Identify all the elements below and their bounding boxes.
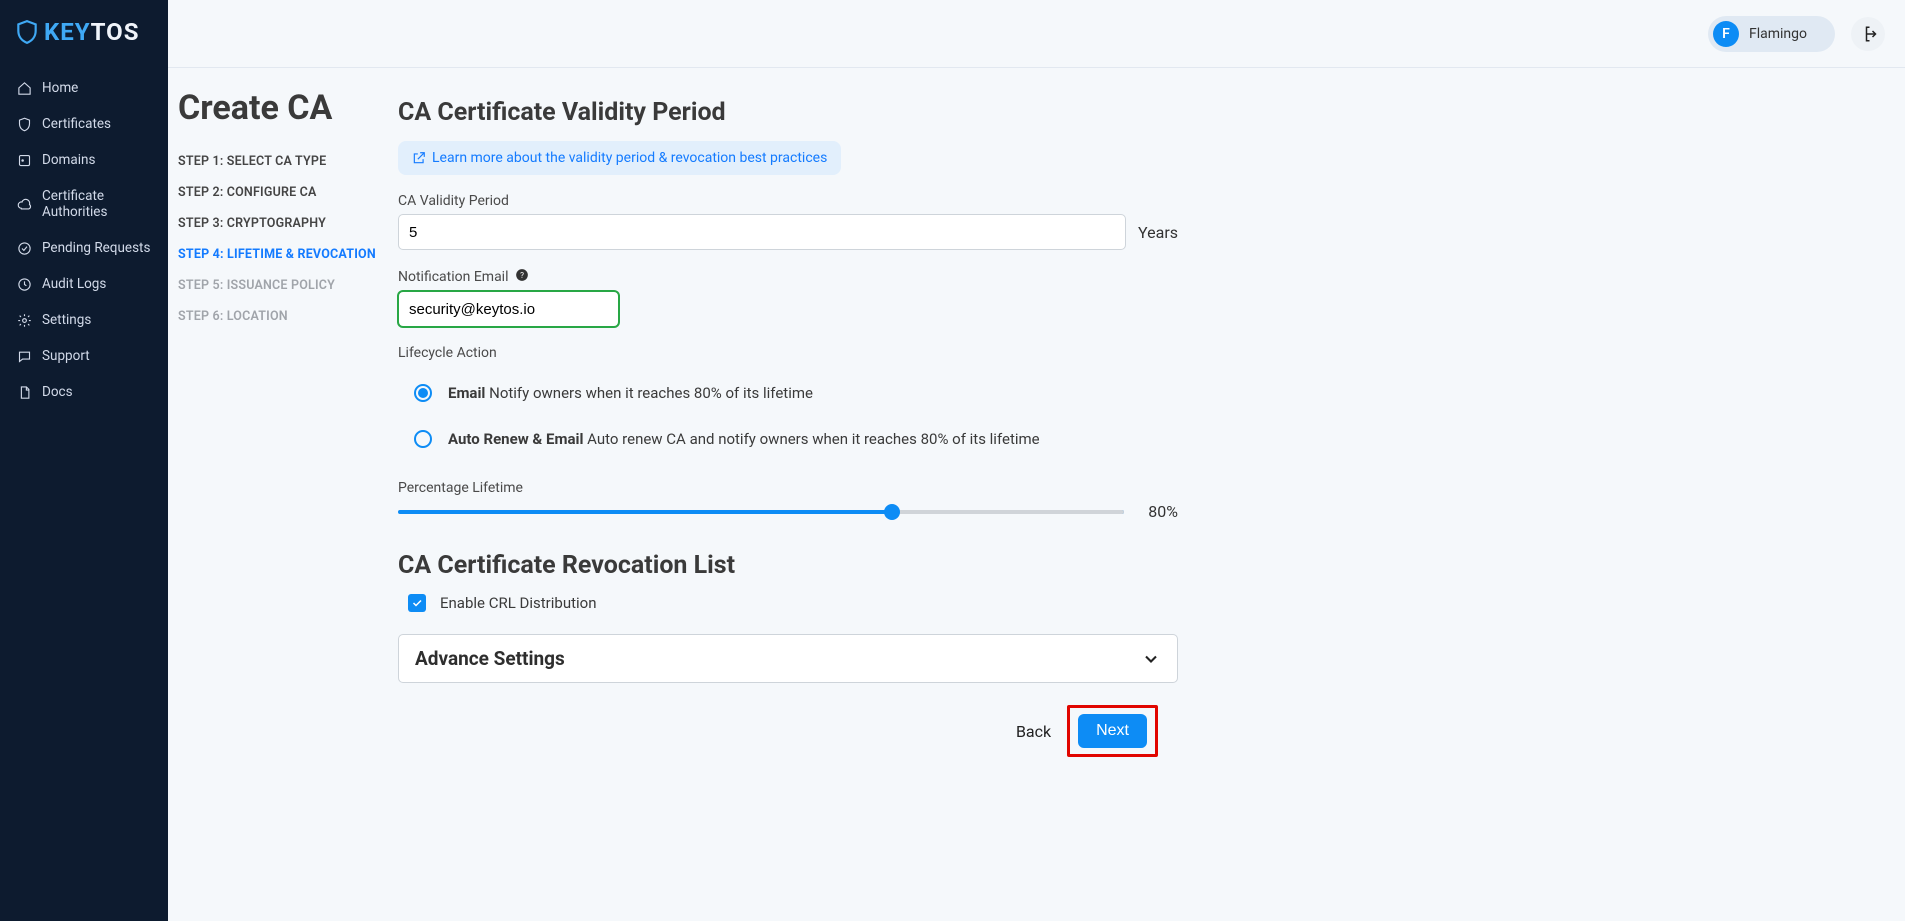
home-icon <box>16 80 32 96</box>
form-column: CA Certificate Validity Period Learn mor… <box>398 68 1198 797</box>
next-button-highlight: Next <box>1067 705 1158 757</box>
lifecycle-label: Lifecycle Action <box>398 345 1178 361</box>
radio-selected-icon <box>414 384 432 402</box>
external-link-icon <box>412 151 426 165</box>
check-circle-icon <box>16 240 32 256</box>
section-validity-title: CA Certificate Validity Period <box>398 98 1178 127</box>
email-input[interactable] <box>398 291 619 327</box>
cloud-icon <box>16 196 32 212</box>
sidebar-item-domains[interactable]: Domains <box>0 142 168 178</box>
sidebar-item-label: Audit Logs <box>42 276 106 292</box>
logout-button[interactable] <box>1851 17 1885 51</box>
step-5[interactable]: STEP 5: ISSUANCE POLICY <box>178 270 388 301</box>
step-6[interactable]: STEP 6: LOCATION <box>178 301 388 332</box>
next-button[interactable]: Next <box>1078 714 1147 748</box>
sidebar-item-label: Settings <box>42 312 91 328</box>
sidebar-item-label: Pending Requests <box>42 240 150 256</box>
logout-icon <box>1859 25 1877 43</box>
crl-label: Enable CRL Distribution <box>440 594 596 612</box>
radio-email-text: Email Notify owners when it reaches 80% … <box>448 384 813 402</box>
validity-unit: Years <box>1138 223 1178 242</box>
help-icon[interactable]: ? <box>515 268 529 286</box>
clock-icon <box>16 276 32 292</box>
shield-bracket-icon <box>14 19 40 45</box>
email-label: Notification Email ? <box>398 268 1178 286</box>
gear-icon <box>16 312 32 328</box>
page-title: Create CA <box>178 88 388 128</box>
sidebar-item-label: Certificate Authorities <box>42 188 152 220</box>
sidebar-item-ca[interactable]: Certificate Authorities <box>0 178 168 230</box>
domain-icon <box>16 152 32 168</box>
user-badge[interactable]: F Flamingo <box>1708 16 1835 52</box>
sidebar-item-pending[interactable]: Pending Requests <box>0 230 168 266</box>
sidebar-item-label: Support <box>42 348 90 364</box>
sidebar-item-label: Docs <box>42 384 73 400</box>
brand-logo[interactable]: KEYTOS <box>0 0 168 70</box>
sidebar-item-certificates[interactable]: Certificates <box>0 106 168 142</box>
steps-column: Create CA STEP 1: SELECT CA TYPE STEP 2:… <box>178 68 398 797</box>
doc-icon <box>16 384 32 400</box>
radio-unselected-icon <box>414 430 432 448</box>
sidebar-item-label: Domains <box>42 152 95 168</box>
section-crl-title: CA Certificate Revocation List <box>398 551 1178 580</box>
sidebar-item-home[interactable]: Home <box>0 70 168 106</box>
sidebar-item-audit[interactable]: Audit Logs <box>0 266 168 302</box>
slider-value: 80% <box>1138 502 1178 521</box>
validity-input[interactable] <box>398 214 1126 250</box>
radio-auto-text: Auto Renew & Email Auto renew CA and not… <box>448 430 1040 448</box>
lifetime-slider[interactable] <box>398 510 1124 514</box>
advance-title: Advance Settings <box>415 647 565 670</box>
pct-label: Percentage Lifetime <box>398 480 1178 496</box>
chevron-down-icon <box>1141 649 1161 669</box>
validity-label: CA Validity Period <box>398 193 1178 209</box>
sidebar-item-label: Certificates <box>42 116 111 132</box>
top-bar: F Flamingo <box>168 0 1905 68</box>
step-4[interactable]: STEP 4: LIFETIME & REVOCATION <box>178 239 388 270</box>
checked-icon <box>408 594 426 612</box>
chat-icon <box>16 348 32 364</box>
learn-more-text: Learn more about the validity period & r… <box>432 150 827 166</box>
radio-email-option[interactable]: Email Notify owners when it reaches 80% … <box>414 370 1178 416</box>
sidebar-nav: Home Certificates Domains Certificate Au… <box>0 70 168 410</box>
brand-text-a: KEY <box>44 18 91 46</box>
sidebar-item-label: Home <box>42 80 78 96</box>
crl-checkbox-row[interactable]: Enable CRL Distribution <box>398 594 1178 612</box>
advance-settings-toggle[interactable]: Advance Settings <box>398 634 1178 683</box>
step-1[interactable]: STEP 1: SELECT CA TYPE <box>178 146 388 177</box>
sidebar-item-docs[interactable]: Docs <box>0 374 168 410</box>
sidebar: KEYTOS Home Certificates Domains Certifi… <box>0 0 168 921</box>
brand-text-b: TOS <box>91 18 140 46</box>
user-name: Flamingo <box>1749 26 1807 42</box>
avatar: F <box>1713 21 1739 47</box>
radio-auto-option[interactable]: Auto Renew & Email Auto renew CA and not… <box>414 416 1178 462</box>
svg-text:?: ? <box>520 270 524 280</box>
sidebar-item-settings[interactable]: Settings <box>0 302 168 338</box>
learn-more-banner[interactable]: Learn more about the validity period & r… <box>398 141 841 175</box>
step-3[interactable]: STEP 3: CRYPTOGRAPHY <box>178 208 388 239</box>
back-button[interactable]: Back <box>1016 722 1051 741</box>
sidebar-item-support[interactable]: Support <box>0 338 168 374</box>
step-2[interactable]: STEP 2: CONFIGURE CA <box>178 177 388 208</box>
slider-thumb-icon[interactable] <box>884 504 900 520</box>
shield-icon <box>16 116 32 132</box>
